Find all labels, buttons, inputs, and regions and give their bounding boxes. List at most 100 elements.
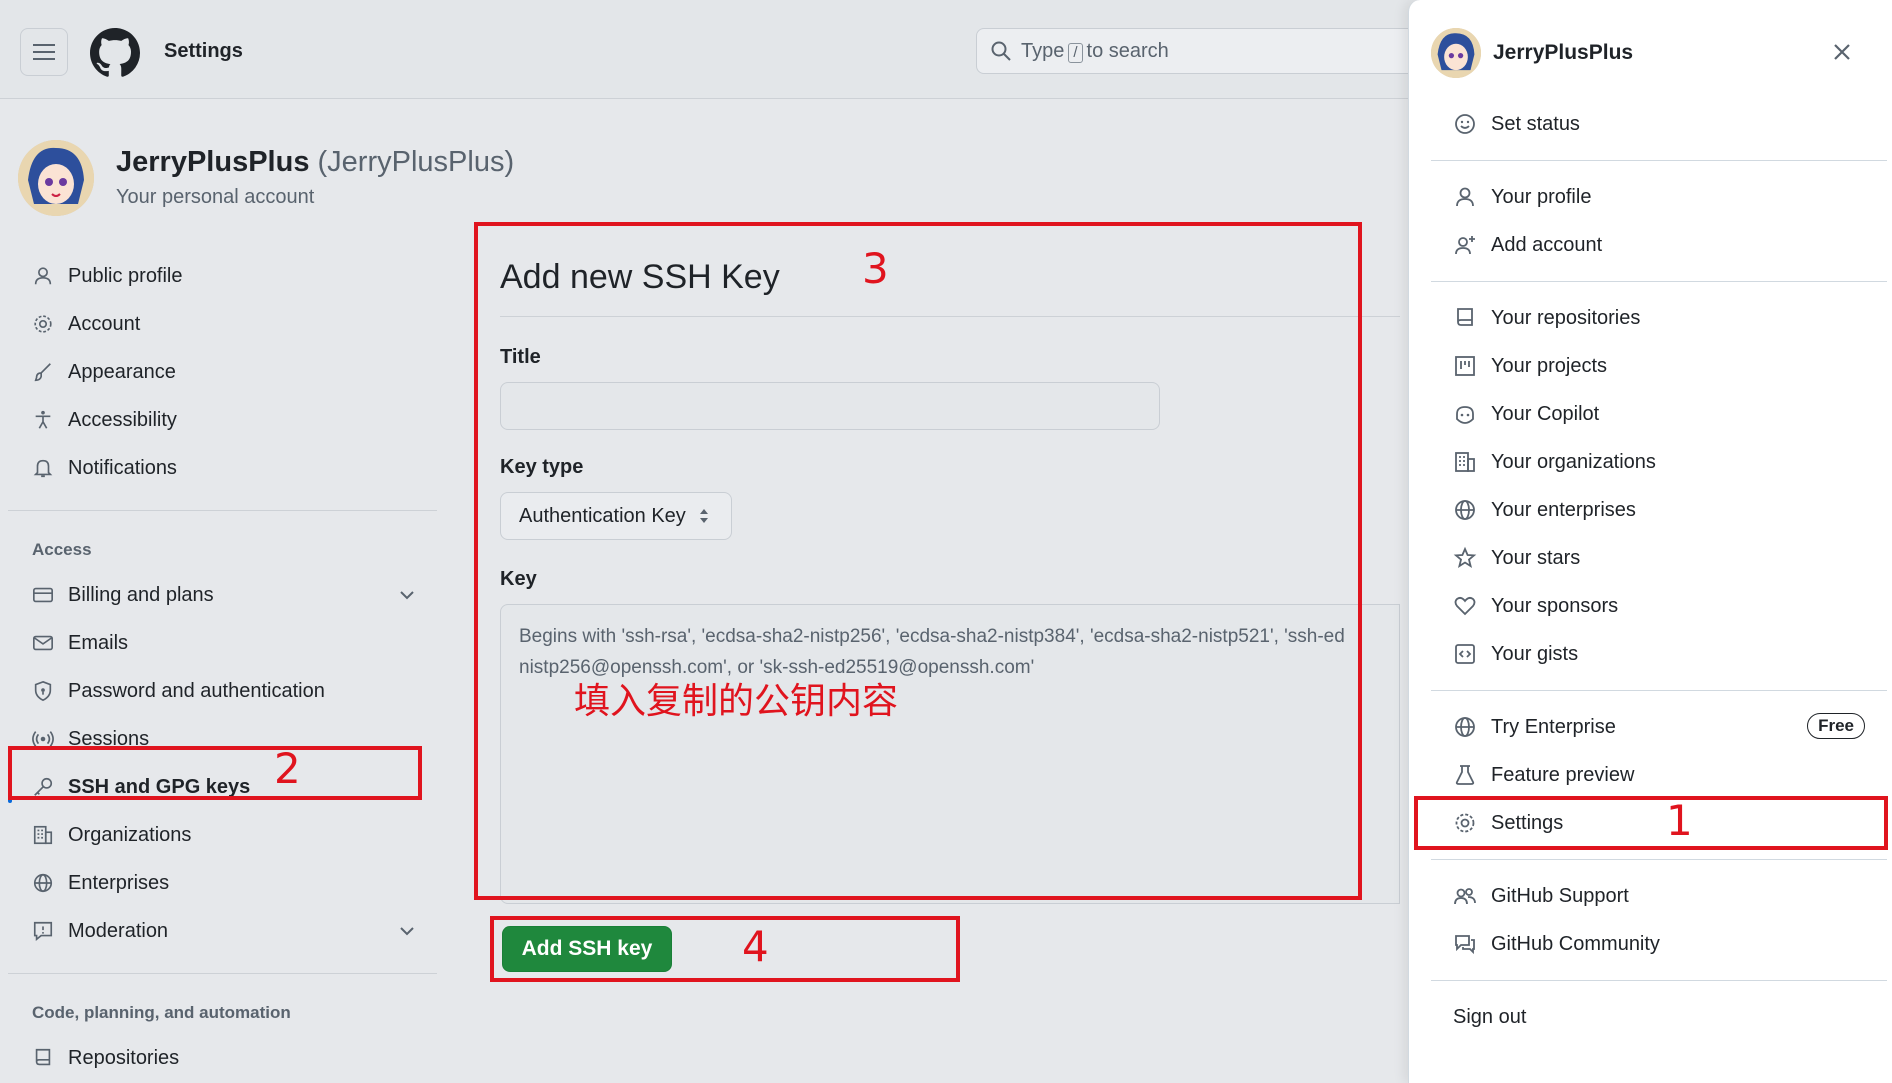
menu-divider — [1431, 859, 1887, 860]
organization-icon — [1455, 452, 1475, 472]
annotation-box-4 — [490, 916, 960, 982]
menu-label-github-support: GitHub Support — [1491, 884, 1629, 907]
annotation-box-3 — [474, 222, 1362, 900]
menu-item-add-account[interactable]: Add account — [1421, 221, 1887, 269]
sidebar-item-repositories[interactable]: Repositories — [0, 1034, 445, 1082]
menu-item-your-repositories[interactable]: Your repositories — [1421, 294, 1887, 342]
free-badge: Free — [1807, 713, 1865, 739]
sidebar-item-accessibility[interactable]: Accessibility — [0, 396, 445, 444]
user-menu-panel: JerryPlusPlus Set status Your profile Ad… — [1408, 0, 1892, 1083]
page-title: Settings — [164, 40, 243, 62]
paintbrush-icon — [34, 363, 51, 382]
hamburger-menu-button[interactable] — [20, 28, 68, 76]
menu-item-set-status[interactable]: Set status — [1421, 100, 1887, 148]
globe-icon — [1455, 500, 1475, 520]
menu-item-github-community[interactable]: GitHub Community — [1421, 920, 1887, 968]
sidebar-label-emails: Emails — [68, 631, 129, 654]
mail-icon — [33, 635, 53, 651]
menu-item-feature-preview[interactable]: Feature preview — [1421, 751, 1887, 799]
account-display-name: JerryPlusPlus — [116, 146, 310, 178]
user-menu-header: JerryPlusPlus — [1431, 28, 1633, 78]
star-icon — [1453, 546, 1477, 568]
close-icon[interactable] — [1830, 40, 1854, 64]
sidebar-item-enterprises[interactable]: Enterprises — [0, 859, 445, 907]
menu-divider — [1431, 160, 1887, 161]
menu-item-sign-out[interactable]: Sign out — [1421, 993, 1887, 1041]
menu-item-try-enterprise[interactable]: Try Enterprise Free — [1421, 703, 1887, 751]
people-icon — [1454, 888, 1476, 905]
sidebar-item-notifications[interactable]: Notifications — [0, 444, 445, 492]
user-menu-list: Set status Your profile Add account Your… — [1421, 100, 1887, 1041]
sidebar-item-moderation[interactable]: Moderation — [0, 907, 445, 955]
avatar[interactable] — [18, 140, 94, 216]
menu-label-sign-out: Sign out — [1453, 1005, 1527, 1028]
menu-label-your-repositories: Your repositories — [1491, 306, 1641, 329]
settings-sidebar: Public profile Account Appearance Access… — [0, 252, 445, 1082]
repo-icon — [35, 1048, 51, 1066]
menu-item-your-enterprises[interactable]: Your enterprises — [1421, 486, 1887, 534]
search-placeholder-start: Type — [1021, 39, 1065, 62]
sidebar-label-appearance: Appearance — [68, 360, 176, 383]
sidebar-heading-code: Code, planning, and automation — [32, 1003, 291, 1022]
annotation-box-2 — [8, 746, 422, 800]
globe-icon — [33, 873, 53, 893]
menu-label-feature-preview: Feature preview — [1491, 763, 1635, 786]
annotation-number-4: 4 — [742, 922, 769, 971]
search-input[interactable]: Type / to search — [976, 28, 1416, 74]
repo-icon — [1457, 308, 1473, 326]
accessibility-icon — [35, 410, 51, 429]
menu-label-your-profile: Your profile — [1491, 185, 1592, 208]
sidebar-label-enterprises: Enterprises — [68, 871, 170, 894]
sidebar-item-emails[interactable]: Emails — [0, 619, 445, 667]
sidebar-item-public-profile[interactable]: Public profile — [0, 252, 445, 300]
menu-divider — [1431, 281, 1887, 282]
menu-divider — [1431, 980, 1887, 981]
annotation-number-1: 1 — [1666, 796, 1693, 845]
chevron-down-icon[interactable] — [397, 921, 417, 941]
comment-discussion-icon — [1455, 935, 1475, 955]
menu-item-your-organizations[interactable]: Your organizations — [1421, 438, 1887, 486]
sidebar-label-public-profile: Public profile — [68, 264, 183, 287]
sidebar-label-account: Account — [68, 312, 141, 335]
sidebar-item-appearance[interactable]: Appearance — [0, 348, 445, 396]
sidebar-item-organizations[interactable]: Organizations — [0, 811, 445, 859]
credit-card-icon — [33, 587, 53, 603]
menu-label-your-stars: Your stars — [1491, 546, 1581, 569]
gear-icon — [34, 315, 52, 333]
copilot-icon — [1456, 406, 1474, 424]
sidebar-item-billing[interactable]: Billing and plans — [0, 571, 445, 619]
smiley-icon — [1455, 114, 1475, 134]
sidebar-label-repositories: Repositories — [68, 1046, 180, 1069]
beaker-icon — [1455, 765, 1475, 785]
menu-item-your-copilot[interactable]: Your Copilot — [1421, 390, 1887, 438]
organization-icon — [33, 825, 53, 845]
sidebar-label-organizations: Organizations — [68, 823, 192, 846]
annotation-number-2: 2 — [274, 744, 301, 793]
menu-label-your-enterprises: Your enterprises — [1491, 498, 1636, 521]
menu-label-your-copilot: Your Copilot — [1491, 402, 1600, 425]
menu-label-try-enterprise: Try Enterprise — [1491, 715, 1616, 738]
menu-label-your-gists: Your gists — [1491, 642, 1579, 665]
report-icon — [33, 921, 53, 941]
person-icon — [1456, 187, 1474, 207]
menu-item-your-stars[interactable]: Your stars — [1421, 534, 1887, 582]
person-add-icon — [1455, 236, 1475, 255]
menu-item-your-sponsors[interactable]: Your sponsors — [1421, 582, 1887, 630]
github-logo-icon[interactable] — [90, 28, 140, 78]
sidebar-label-password: Password and authentication — [68, 679, 325, 702]
bell-icon — [33, 459, 53, 478]
menu-item-github-support[interactable]: GitHub Support — [1421, 872, 1887, 920]
user-menu-name: JerryPlusPlus — [1493, 41, 1634, 64]
code-square-icon — [1455, 644, 1475, 664]
chevron-down-icon[interactable] — [397, 585, 417, 605]
sidebar-divider — [8, 510, 437, 511]
sidebar-label-notifications: Notifications — [68, 456, 177, 479]
annotation-box-1 — [1414, 796, 1888, 850]
sidebar-item-password[interactable]: Password and authentication — [0, 667, 445, 715]
sidebar-item-account[interactable]: Account — [0, 300, 445, 348]
sidebar-label-accessibility: Accessibility — [68, 408, 177, 431]
person-icon — [34, 267, 52, 285]
menu-item-your-projects[interactable]: Your projects — [1421, 342, 1887, 390]
menu-item-your-gists[interactable]: Your gists — [1421, 630, 1887, 678]
menu-item-your-profile[interactable]: Your profile — [1421, 173, 1887, 221]
